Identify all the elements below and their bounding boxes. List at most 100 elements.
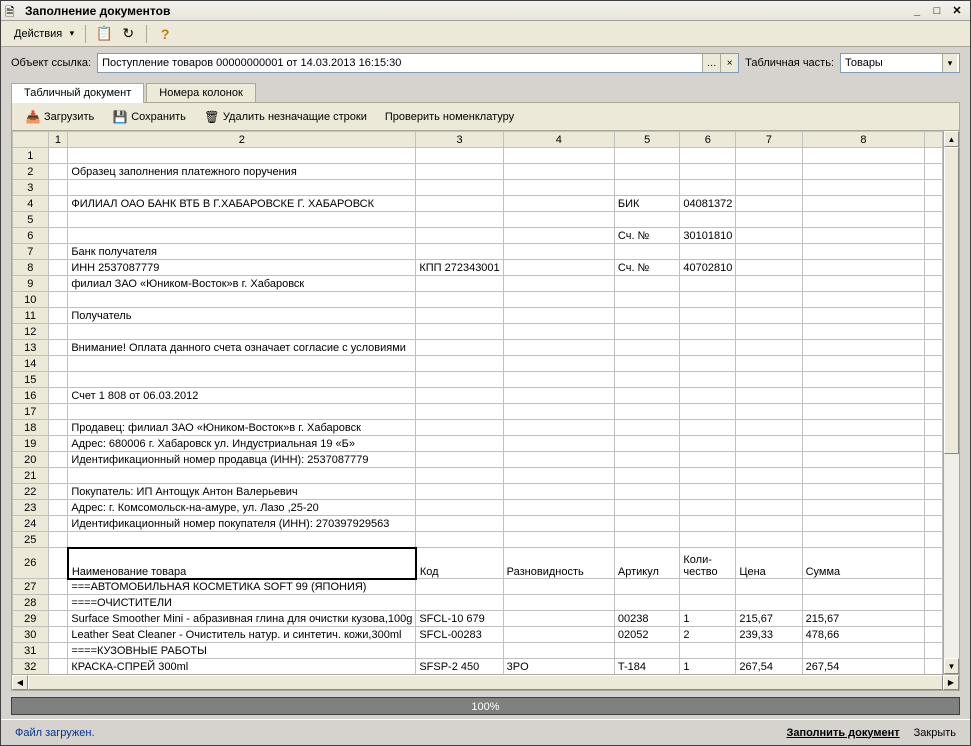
cell[interactable]	[802, 340, 925, 356]
row-header[interactable]: 19	[13, 436, 49, 452]
cell[interactable]: Сч. №	[614, 260, 679, 276]
scroll-right-icon[interactable]: ▶	[943, 675, 959, 690]
cell[interactable]: Адрес: г. Комсомольск-на-амуре, ул. Лазо…	[68, 500, 416, 516]
cell[interactable]	[925, 627, 943, 643]
cell[interactable]: Surface Smoother Mini - абразивная глина…	[68, 611, 416, 627]
row-header[interactable]: 27	[13, 579, 49, 595]
cell[interactable]	[925, 340, 943, 356]
cell[interactable]	[416, 324, 503, 340]
cell[interactable]	[736, 468, 802, 484]
cell[interactable]	[68, 228, 416, 244]
cell[interactable]: Образец заполнения платежного поручения	[68, 164, 416, 180]
cell[interactable]	[48, 627, 68, 643]
cell[interactable]: 04081372	[680, 196, 736, 212]
cell[interactable]	[48, 148, 68, 164]
cell[interactable]	[614, 579, 679, 595]
cell[interactable]	[680, 356, 736, 372]
cell[interactable]	[416, 436, 503, 452]
cell[interactable]	[802, 420, 925, 436]
cell[interactable]	[802, 212, 925, 228]
cell[interactable]	[503, 484, 614, 500]
cell[interactable]	[802, 228, 925, 244]
cell[interactable]	[802, 388, 925, 404]
cell[interactable]: 00238	[614, 611, 679, 627]
cell[interactable]	[802, 180, 925, 196]
row-header[interactable]: 18	[13, 420, 49, 436]
cell[interactable]	[680, 276, 736, 292]
save-button[interactable]: 💾Сохранить	[107, 106, 191, 128]
cell[interactable]	[802, 484, 925, 500]
row-header[interactable]: 13	[13, 340, 49, 356]
help-icon[interactable]: ?	[155, 24, 175, 44]
cell[interactable]	[680, 324, 736, 340]
copy-icon[interactable]: 📋	[94, 24, 114, 44]
cell[interactable]	[802, 436, 925, 452]
cell[interactable]	[416, 484, 503, 500]
cell[interactable]	[925, 468, 943, 484]
cell[interactable]: 2	[680, 627, 736, 643]
cell[interactable]	[503, 324, 614, 340]
cell[interactable]: Коли-чество	[680, 548, 736, 579]
cell[interactable]	[802, 579, 925, 595]
cell[interactable]	[802, 244, 925, 260]
cell[interactable]	[416, 164, 503, 180]
cell[interactable]: Разновидность	[503, 548, 614, 579]
cell[interactable]	[736, 244, 802, 260]
cell[interactable]	[68, 324, 416, 340]
cell[interactable]	[614, 388, 679, 404]
cell[interactable]	[68, 532, 416, 548]
cell[interactable]	[925, 548, 943, 579]
cell[interactable]	[503, 595, 614, 611]
row-header[interactable]: 26	[13, 548, 49, 579]
cell[interactable]	[614, 244, 679, 260]
cell[interactable]	[680, 579, 736, 595]
delete-empty-button[interactable]: 🗑Удалить незначащие строки	[199, 106, 372, 128]
cell[interactable]: Продавец: филиал ЗАО «Юником-Восток»в г.…	[68, 420, 416, 436]
cell[interactable]	[736, 356, 802, 372]
cell[interactable]	[503, 420, 614, 436]
cell[interactable]	[736, 452, 802, 468]
cell[interactable]	[614, 324, 679, 340]
cell[interactable]	[614, 436, 679, 452]
cell[interactable]	[48, 244, 68, 260]
spreadsheet-grid[interactable]: 1234567812Образец заполнения платежного …	[12, 131, 943, 674]
cell[interactable]	[503, 276, 614, 292]
cell[interactable]	[48, 388, 68, 404]
cell[interactable]	[680, 308, 736, 324]
cell[interactable]	[802, 404, 925, 420]
cell[interactable]	[503, 372, 614, 388]
load-button[interactable]: 📥Загрузить	[20, 106, 99, 128]
cell[interactable]	[614, 340, 679, 356]
row-header[interactable]: 25	[13, 532, 49, 548]
cell[interactable]	[680, 340, 736, 356]
cell[interactable]	[614, 595, 679, 611]
cell[interactable]	[503, 579, 614, 595]
cell[interactable]	[503, 516, 614, 532]
cell[interactable]	[416, 420, 503, 436]
cell[interactable]	[680, 500, 736, 516]
cell[interactable]: Счет 1 808 от 06.03.2012	[68, 388, 416, 404]
cell[interactable]	[68, 212, 416, 228]
cell[interactable]	[48, 484, 68, 500]
cell[interactable]	[416, 292, 503, 308]
cell[interactable]	[48, 164, 68, 180]
cell[interactable]	[503, 196, 614, 212]
col-header[interactable]: 7	[736, 132, 802, 148]
cell[interactable]	[736, 532, 802, 548]
row-header[interactable]: 21	[13, 468, 49, 484]
cell[interactable]	[503, 212, 614, 228]
col-header[interactable]: 5	[614, 132, 679, 148]
cell[interactable]	[736, 180, 802, 196]
cell[interactable]	[680, 180, 736, 196]
cell[interactable]	[736, 388, 802, 404]
horizontal-scrollbar[interactable]: ◀ ▶	[12, 674, 959, 690]
scroll-track[interactable]	[28, 675, 943, 690]
cell[interactable]: 267,54	[736, 659, 802, 675]
cell[interactable]	[48, 659, 68, 675]
cell[interactable]: Leather Seat Cleaner - Очиститель натур.…	[68, 627, 416, 643]
cell[interactable]	[802, 532, 925, 548]
cell[interactable]: КПП 272343001	[416, 260, 503, 276]
cell[interactable]	[416, 276, 503, 292]
cell[interactable]: ====ОЧИСТИТЕЛИ	[68, 595, 416, 611]
cell[interactable]	[736, 340, 802, 356]
